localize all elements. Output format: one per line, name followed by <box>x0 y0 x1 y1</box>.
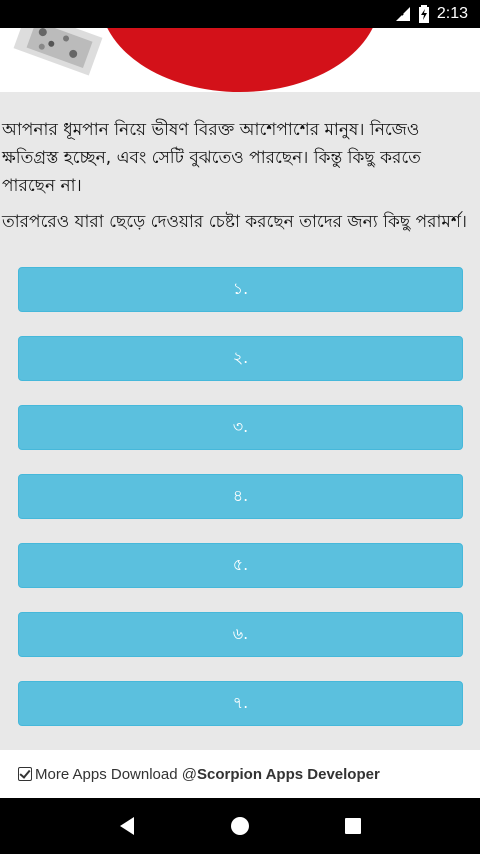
tip-button-5[interactable]: ৫. <box>18 543 463 588</box>
status-time: 2:13 <box>436 5 468 22</box>
signal-off-icon <box>395 6 411 22</box>
tip-button-4[interactable]: ৪. <box>18 474 463 519</box>
battery-charging-icon <box>418 5 429 23</box>
tip-button-1[interactable]: ১. <box>18 267 463 312</box>
tip-button-2[interactable]: ২. <box>18 336 463 381</box>
tip-button-6[interactable]: ৬. <box>18 612 463 657</box>
navigation-bar <box>0 798 480 854</box>
home-icon[interactable] <box>220 806 260 846</box>
tip-button-3[interactable]: ৩. <box>18 405 463 450</box>
footer-prefix: More Apps Download @ <box>35 765 197 783</box>
back-icon[interactable] <box>107 806 147 846</box>
tips-button-list: ১. ২. ৩. ৪. ৫. ৬. ৭. <box>18 267 463 750</box>
more-apps-link[interactable]: More Apps Download @ Scorpion Apps Develo… <box>0 750 480 798</box>
tip-button-7[interactable]: ৭. <box>18 681 463 726</box>
intro-paragraph: আপনার ধূমপান নিয়ে ভীষণ বিরক্ত আশেপাশের … <box>2 120 421 196</box>
advice-paragraph: তারপরেও যারা ছেড়ে দেওয়ার চেষ্টা করছেন … <box>2 212 467 232</box>
main-content: আপনার ধূমপান নিয়ে ভীষণ বিরক্ত আশেপাশের … <box>0 92 480 750</box>
hero-banner-image <box>0 28 480 92</box>
developer-name: Scorpion Apps Developer <box>196 765 380 783</box>
recents-icon[interactable] <box>333 806 373 846</box>
checkbox-icon <box>18 767 32 781</box>
status-bar: 2:13 <box>0 0 480 28</box>
